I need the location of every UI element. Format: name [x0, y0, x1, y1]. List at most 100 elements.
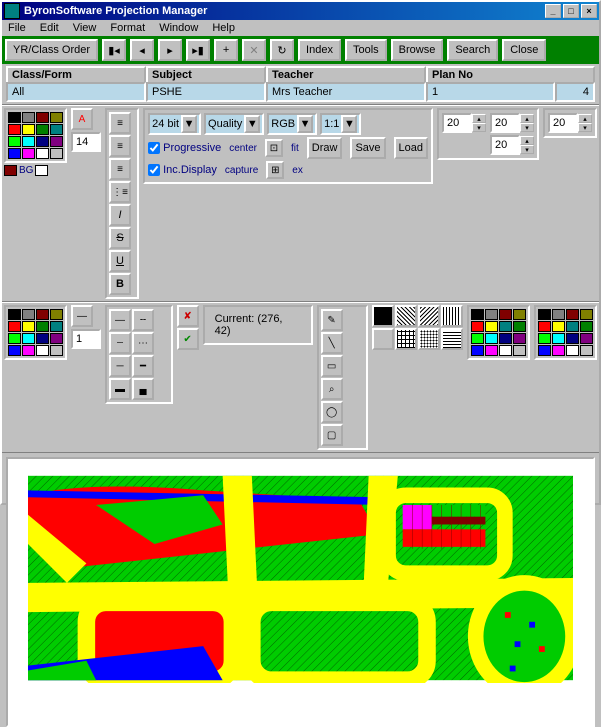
first-button[interactable]: ▮◂	[102, 39, 126, 61]
last-button[interactable]: ▸▮	[186, 39, 210, 61]
color-swatch[interactable]	[538, 345, 551, 356]
maximize-button[interactable]: □	[563, 4, 579, 18]
linewidth-field[interactable]: 1	[71, 329, 101, 349]
planno-extra[interactable]: 4	[555, 82, 595, 102]
line-xthick[interactable]: ▄	[132, 378, 154, 400]
color-swatch[interactable]	[50, 345, 63, 356]
color-swatch[interactable]	[22, 333, 35, 344]
add-button[interactable]: +	[214, 39, 238, 61]
color-swatch[interactable]	[22, 112, 35, 123]
teacher-value[interactable]: Mrs Teacher	[266, 82, 426, 102]
color-swatch[interactable]	[552, 345, 565, 356]
color-swatch[interactable]	[513, 333, 526, 344]
color-swatch[interactable]	[513, 309, 526, 320]
fontsize-field[interactable]: 14	[71, 132, 101, 152]
color-swatch[interactable]	[485, 309, 498, 320]
color-swatch[interactable]	[50, 148, 63, 159]
color-swatch[interactable]	[22, 136, 35, 147]
bold-button[interactable]: B	[109, 273, 131, 295]
color-swatch[interactable]	[485, 345, 498, 356]
color-swatch[interactable]	[8, 124, 21, 135]
line-dot[interactable]: ⋯	[132, 332, 154, 354]
bullets-button[interactable]: ⋮≡	[109, 181, 131, 203]
color-swatch[interactable]	[538, 333, 551, 344]
bg-swatch[interactable]	[35, 165, 48, 176]
line-med[interactable]: ━	[132, 355, 154, 377]
dropdown-arrow-icon[interactable]: ▼	[297, 115, 313, 133]
fill-palette-2[interactable]	[534, 305, 597, 360]
roundrect-tool[interactable]: ▢	[321, 424, 343, 446]
color-swatch[interactable]	[580, 321, 593, 332]
pattern-diag2[interactable]	[418, 305, 440, 327]
next-button[interactable]: ▸	[158, 39, 182, 61]
color-swatch[interactable]	[552, 321, 565, 332]
menu-window[interactable]: Window	[159, 22, 198, 34]
color-swatch[interactable]	[8, 148, 21, 159]
color-swatch[interactable]	[8, 345, 21, 356]
color-swatch[interactable]	[8, 309, 21, 320]
close-button[interactable]: ×	[581, 4, 597, 18]
fill-palette-1[interactable]	[467, 305, 530, 360]
color-swatch[interactable]	[8, 136, 21, 147]
quality-select[interactable]: Quality▼	[204, 113, 264, 135]
color-swatch[interactable]	[566, 309, 579, 320]
color-swatch[interactable]	[22, 124, 35, 135]
underline-button[interactable]: U	[109, 250, 131, 272]
color-swatch[interactable]	[8, 112, 21, 123]
menu-file[interactable]: File	[8, 22, 26, 34]
dropdown-arrow-icon[interactable]: ▼	[181, 115, 197, 133]
color-swatch[interactable]	[22, 309, 35, 320]
spin-c[interactable]: 20▴▾	[490, 135, 534, 155]
color-swatch[interactable]	[50, 309, 63, 320]
classform-value[interactable]: All	[6, 82, 146, 102]
color-swatch[interactable]	[552, 309, 565, 320]
draw-button[interactable]: Draw	[307, 137, 343, 159]
color-swatch[interactable]	[499, 333, 512, 344]
color-swatch[interactable]	[513, 321, 526, 332]
color-swatch[interactable]	[36, 333, 49, 344]
prev-button[interactable]: ◂	[130, 39, 154, 61]
color-swatch[interactable]	[36, 112, 49, 123]
spin-d[interactable]: 20▴▾	[543, 108, 597, 138]
tools-button[interactable]: Tools	[345, 39, 387, 61]
canvas[interactable]	[6, 457, 595, 727]
strike-button[interactable]: S	[109, 227, 131, 249]
capture-tool[interactable]: ⊞	[266, 161, 284, 179]
color-swatch[interactable]	[471, 345, 484, 356]
incdisplay-check[interactable]: Inc.Display	[148, 164, 217, 176]
color-swatch[interactable]	[8, 321, 21, 332]
menu-format[interactable]: Format	[110, 22, 145, 34]
menu-edit[interactable]: Edit	[40, 22, 59, 34]
color-swatch[interactable]	[36, 345, 49, 356]
italic-button[interactable]: I	[109, 204, 131, 226]
ratio-select[interactable]: 1:1▼	[320, 113, 361, 135]
dropdown-arrow-icon[interactable]: ▼	[341, 115, 357, 133]
color-swatch[interactable]	[8, 333, 21, 344]
capture-label[interactable]: capture	[225, 165, 258, 176]
index-button[interactable]: Index	[298, 39, 341, 61]
color-swatch[interactable]	[471, 333, 484, 344]
font-button[interactable]: A	[71, 108, 93, 130]
spin-a[interactable]: 20▴▾	[442, 113, 486, 133]
color-swatch[interactable]	[36, 321, 49, 332]
color-swatch[interactable]	[513, 345, 526, 356]
color-swatch[interactable]	[566, 345, 579, 356]
color-swatch[interactable]	[471, 321, 484, 332]
color-swatch[interactable]	[499, 309, 512, 320]
line-style-button[interactable]: —	[71, 305, 93, 327]
center-tool[interactable]: ⊡	[265, 139, 283, 157]
dropdown-arrow-icon[interactable]: ▼	[244, 115, 260, 133]
line-dash2[interactable]: ┄	[109, 332, 131, 354]
color-swatch[interactable]	[22, 321, 35, 332]
color-swatch[interactable]	[499, 345, 512, 356]
color-swatch[interactable]	[36, 136, 49, 147]
center-label[interactable]: center	[229, 143, 257, 154]
pattern-diag1[interactable]	[395, 305, 417, 327]
pattern-cross[interactable]	[395, 328, 417, 350]
order-button[interactable]: YR/Class Order	[5, 39, 98, 61]
color-swatch[interactable]	[22, 345, 35, 356]
color-swatch[interactable]	[580, 309, 593, 320]
pattern-vert[interactable]	[441, 305, 463, 327]
line-dash1[interactable]: ╌	[132, 309, 154, 331]
cancel-draw-button[interactable]: ✘	[177, 305, 199, 327]
